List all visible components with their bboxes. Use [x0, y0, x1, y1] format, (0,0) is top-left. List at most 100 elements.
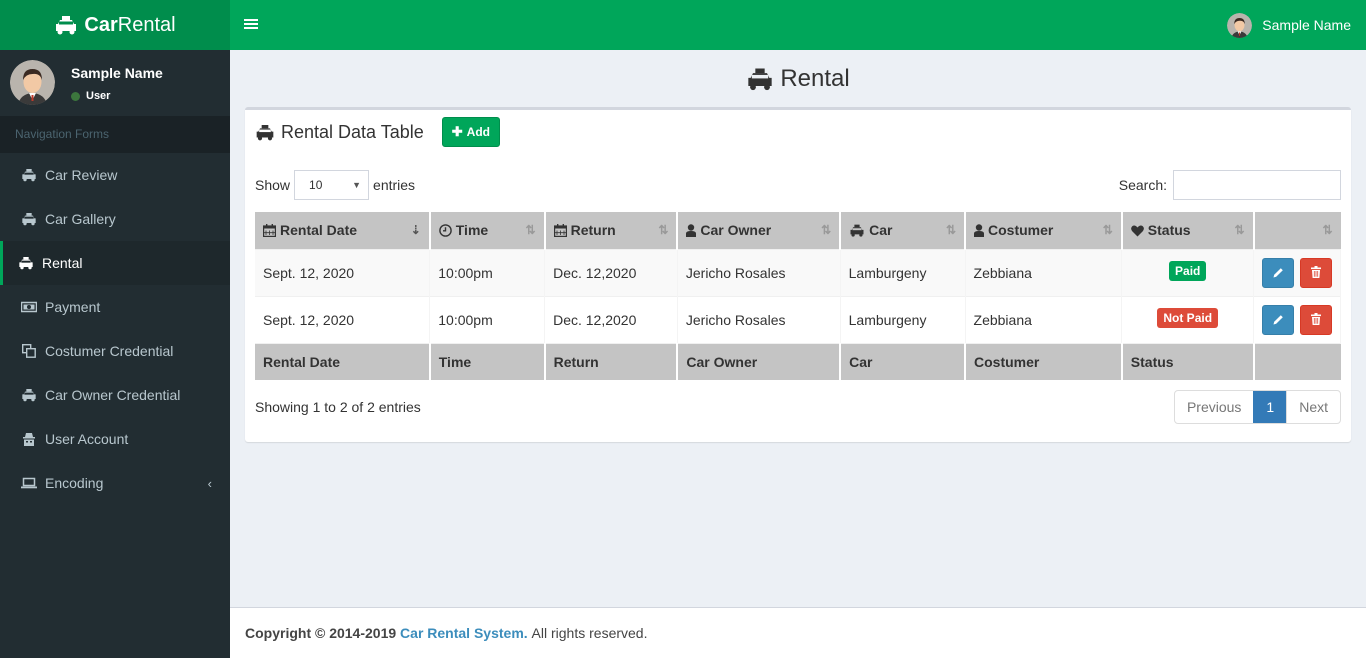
footer-column-actions: [1253, 342, 1341, 380]
footer-link[interactable]: Car Rental System.: [400, 625, 528, 641]
user-menu[interactable]: Sample Name: [1227, 0, 1366, 50]
next-page-button[interactable]: Next: [1286, 391, 1340, 423]
heart-icon: [1130, 225, 1144, 237]
page-title: Rental: [230, 64, 1366, 94]
taxi-icon: [746, 67, 774, 91]
cell-return: Dec. 12,2020: [544, 295, 678, 343]
column-header-car-owner[interactable]: Car Owner ⇅: [677, 212, 842, 249]
column-header-costumer[interactable]: Costumer ⇅: [965, 212, 1123, 249]
status-badge: Not Paid: [1157, 307, 1219, 328]
brand-light: Rental: [117, 13, 176, 36]
column-header-car[interactable]: Car ⇅: [840, 212, 967, 249]
sort-icon: ⇅: [1234, 223, 1245, 237]
pencil-icon: [1273, 312, 1284, 328]
footer-column-rental-date: Rental Date: [255, 342, 431, 380]
edit-button[interactable]: [1262, 257, 1295, 288]
trash-icon: [1311, 312, 1321, 328]
cell-car-owner: Jericho Rosales: [677, 295, 841, 343]
sidebar-item-user-account[interactable]: User Account: [0, 417, 230, 461]
sidebar-item-payment[interactable]: Payment: [0, 285, 230, 329]
trash-icon: [1311, 265, 1321, 281]
taxi-icon: [21, 387, 37, 403]
cell-rental-date: Sept. 12, 2020: [255, 248, 431, 296]
sidebar-toggle-button[interactable]: [230, 0, 272, 50]
sidebar-item-car-review[interactable]: Car Review: [0, 153, 230, 197]
taxi-icon: [21, 167, 37, 183]
footer-column-car: Car: [840, 342, 967, 380]
clock-icon: [438, 224, 452, 238]
show-label: Show: [255, 177, 291, 193]
rental-data-box: Rental Data Table ✚ Add Show 10 ▼ entrie…: [245, 107, 1351, 442]
sidebar-item-label: Rental: [42, 255, 83, 271]
plus-icon: ✚: [451, 124, 463, 139]
sort-icon: ⇅: [658, 223, 669, 237]
nav-header: Navigation Forms: [0, 116, 230, 153]
sidebar-user-name: Sample Name: [71, 65, 163, 81]
cell-status: Paid: [1121, 248, 1255, 296]
sort-asc-icon: ⇣: [410, 223, 421, 237]
box-title-text: Rental Data Table: [281, 121, 424, 142]
column-header-return[interactable]: Return ⇅: [544, 212, 679, 249]
add-button-label: Add: [466, 125, 490, 139]
taxi-icon: [255, 124, 275, 141]
edit-button[interactable]: [1262, 304, 1295, 335]
page-1-button[interactable]: 1: [1253, 391, 1287, 423]
user-icon: [686, 224, 697, 238]
taxi-icon: [18, 255, 34, 271]
cell-time: 10:00pm: [429, 248, 546, 296]
sidebar-item-label: Car Review: [45, 167, 118, 183]
clone-icon: [21, 343, 37, 359]
sidebar-item-car-owner-credential[interactable]: Car Owner Credential: [0, 373, 230, 417]
taxi-icon: [54, 15, 78, 35]
sidebar-item-label: User Account: [45, 431, 129, 447]
user-menu-name: Sample Name: [1262, 17, 1351, 33]
search-input[interactable]: [1173, 170, 1341, 200]
box-title: Rental Data Table: [255, 122, 424, 143]
column-header-status[interactable]: Status ⇅: [1121, 212, 1255, 249]
user-panel: Sample Name User: [0, 50, 230, 116]
cell-car: Lamburgeny: [840, 248, 966, 296]
page-length-select[interactable]: 10 ▼: [294, 170, 370, 200]
delete-button[interactable]: [1300, 257, 1332, 288]
laptop-icon: [21, 475, 37, 491]
cell-status: Not Paid: [1121, 295, 1255, 343]
page-title-text: Rental: [780, 65, 850, 92]
sort-icon: ⇅: [821, 223, 832, 237]
cell-costumer: Zebbiana: [965, 295, 1123, 343]
page-length-control: Show 10 ▼ entries: [255, 170, 415, 200]
footer-column-status: Status: [1121, 342, 1255, 380]
column-header-time[interactable]: Time ⇅: [429, 212, 546, 249]
table-row: Sept. 12, 2020 10:00pm Dec. 12,2020 Jeri…: [255, 248, 1341, 296]
sidebar-item-rental[interactable]: Rental: [0, 241, 230, 285]
cell-actions: [1253, 248, 1341, 296]
calendar-icon: [263, 224, 276, 238]
add-rental-button[interactable]: ✚ Add: [441, 117, 500, 147]
column-header-rental-date[interactable]: Rental Date ⇣: [255, 212, 431, 249]
sidebar-item-label: Car Gallery: [45, 211, 116, 227]
sort-icon: ⇅: [1322, 223, 1333, 237]
taxi-icon: [21, 211, 37, 227]
status-badge: Paid: [1169, 260, 1207, 281]
sidebar-menu: Car Review Car Gallery Rental Payment Co…: [0, 153, 230, 505]
sidebar: Sample Name User Navigation Forms Car Re…: [0, 50, 230, 658]
sidebar-item-encoding[interactable]: Encoding ‹: [0, 461, 230, 505]
user-secret-icon: [21, 431, 37, 447]
previous-page-button[interactable]: Previous: [1175, 391, 1253, 423]
column-header-actions[interactable]: ⇅: [1253, 212, 1341, 249]
sidebar-item-car-gallery[interactable]: Car Gallery: [0, 197, 230, 241]
avatar: [10, 60, 55, 105]
main-content: Rental Rental Data Table ✚ Add Show 10 ▼: [230, 50, 1366, 607]
delete-button[interactable]: [1300, 304, 1332, 335]
rental-table: Rental Date ⇣ Time ⇅ Return ⇅ Car Owner …: [255, 212, 1341, 380]
cell-time: 10:00pm: [429, 295, 546, 343]
footer-column-time: Time: [429, 342, 546, 380]
cell-actions: [1253, 295, 1341, 343]
cell-car: Lamburgeny: [840, 295, 966, 343]
online-status-icon: [71, 91, 80, 101]
brand-logo[interactable]: Car Rental: [0, 0, 230, 50]
sidebar-item-costumer-credential[interactable]: Costumer Credential: [0, 329, 230, 373]
search-label: Search:: [1118, 177, 1167, 193]
user-status: User: [71, 90, 163, 102]
copyright-text: Copyright © 2014-2019: [245, 625, 397, 641]
pagination: Previous 1 Next: [1173, 390, 1341, 424]
